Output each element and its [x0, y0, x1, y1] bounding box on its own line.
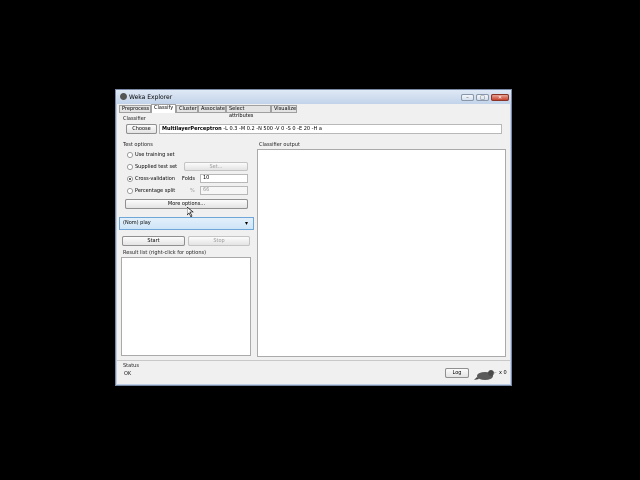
use-training-label: Use training set	[135, 152, 175, 158]
test-options-label: Test options	[123, 142, 153, 148]
classifier-output-label: Classifier output	[259, 142, 300, 148]
close-button[interactable]: ✕	[491, 94, 509, 101]
classifier-options: -L 0.3 -M 0.2 -N 500 -V 0 -S 0 -E 20 -H …	[221, 126, 322, 132]
percent-input[interactable]: 66	[200, 186, 248, 195]
percentage-split-radio[interactable]	[127, 188, 133, 194]
classifier-output-pane[interactable]	[257, 149, 506, 357]
minimize-button[interactable]: –	[461, 94, 474, 101]
use-training-radio[interactable]	[127, 152, 133, 158]
tab-visualize[interactable]: Visualize	[271, 105, 297, 113]
folds-input[interactable]: 10	[200, 174, 248, 183]
classifier-field[interactable]: MultilayerPerceptron -L 0.3 -M 0.2 -N 50…	[159, 124, 502, 134]
start-button[interactable]: Start	[122, 236, 185, 246]
tab-cluster[interactable]: Cluster	[176, 105, 198, 113]
status-count: x 0	[499, 370, 507, 376]
supplied-test-radio[interactable]	[127, 164, 133, 170]
title-bar[interactable]	[116, 90, 511, 104]
maximize-button[interactable]: □	[476, 94, 489, 101]
percentage-split-label: Percentage split	[135, 188, 176, 194]
log-button[interactable]: Log	[445, 368, 469, 378]
class-attribute-select[interactable]: (Nom) play	[119, 217, 254, 230]
stop-button[interactable]: Stop	[188, 236, 250, 246]
percent-sign: %	[190, 188, 195, 194]
set-button[interactable]: Set...	[184, 162, 248, 171]
classifier-group-label: Classifier	[123, 116, 146, 122]
status-label: Status	[123, 363, 139, 369]
choose-button[interactable]: Choose	[126, 124, 157, 134]
tab-classify[interactable]: Classify	[151, 104, 176, 113]
result-list-label: Result list (right-click for options)	[123, 250, 207, 256]
chevron-down-icon: ▾	[245, 220, 249, 227]
window-title: Weka Explorer	[129, 94, 173, 101]
weka-bird-icon	[474, 370, 497, 380]
classifier-name: MultilayerPerceptron	[162, 126, 222, 132]
folds-label: Folds	[182, 176, 195, 182]
class-attribute-value: (Nom) play	[123, 220, 151, 226]
cross-validation-label: Cross-validation	[135, 176, 175, 182]
tab-preprocess[interactable]: Preprocess	[119, 105, 151, 113]
supplied-test-label: Supplied test set	[135, 164, 178, 170]
cross-validation-radio[interactable]	[127, 176, 133, 182]
tab-select-attributes[interactable]: Select attributes	[226, 105, 271, 119]
status-divider	[117, 360, 510, 361]
tab-associate[interactable]: Associate	[198, 105, 226, 113]
weka-app-icon	[120, 93, 127, 100]
result-list[interactable]	[121, 257, 251, 356]
status-value: OK	[124, 371, 132, 377]
